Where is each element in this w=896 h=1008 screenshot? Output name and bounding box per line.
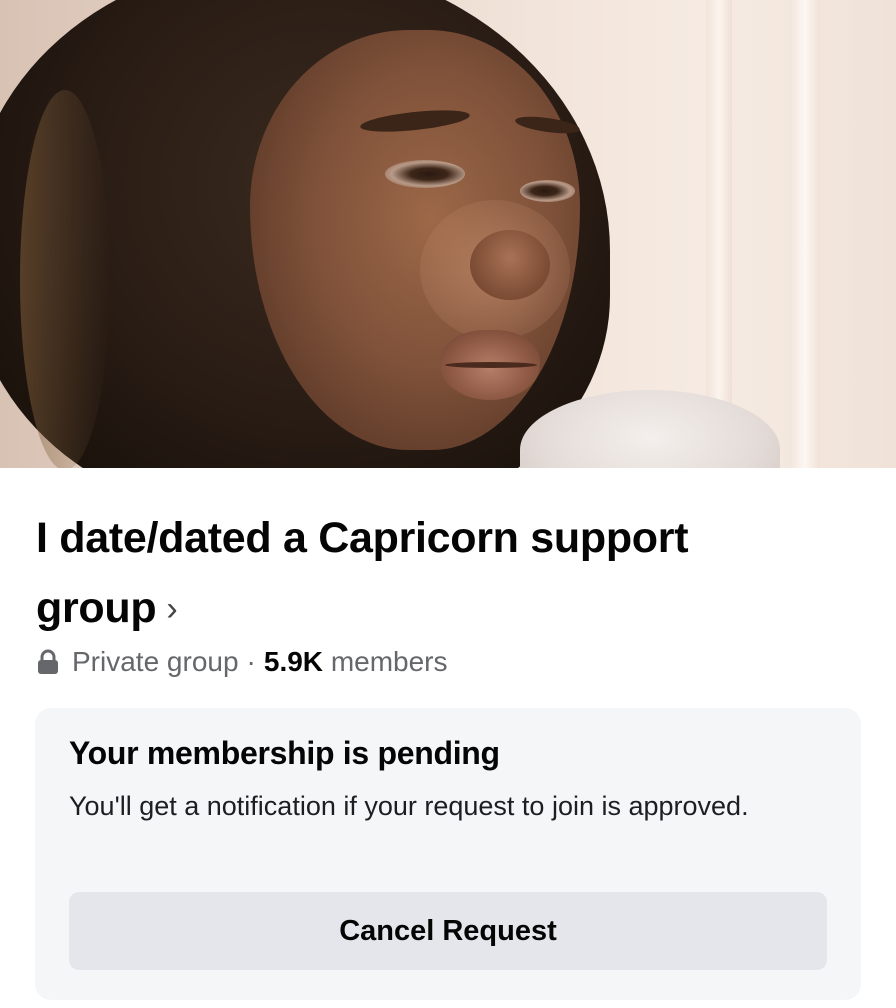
cover-eye: [520, 180, 575, 202]
privacy-label: Private group: [72, 646, 239, 677]
group-meta: Private group · 5.9K members: [36, 642, 448, 682]
cancel-request-button[interactable]: Cancel Request: [69, 892, 827, 970]
cover-lip-line: [445, 362, 537, 368]
cover-hair-highlight: [20, 90, 110, 468]
lock-icon: [38, 649, 58, 674]
cover-nose: [470, 230, 550, 300]
chevron-right-icon[interactable]: ›: [166, 574, 177, 644]
membership-status-description: You'll get a notification if your reques…: [69, 791, 749, 821]
membership-pending-card: Your membership is pending You'll get a …: [35, 708, 861, 1000]
group-title[interactable]: I date/dated a Capricorn support group ›: [36, 503, 756, 644]
cover-eye: [385, 160, 465, 188]
group-page: I date/dated a Capricorn support group › …: [0, 0, 896, 1008]
members-label[interactable]: members: [331, 646, 448, 678]
group-title-text[interactable]: I date/dated a Capricorn support group: [36, 514, 689, 632]
membership-status-title: Your membership is pending: [69, 735, 500, 771]
cover-window-frame: [790, 0, 820, 468]
meta-separator: ·: [246, 646, 256, 677]
group-cover-photo[interactable]: [0, 0, 896, 468]
member-count[interactable]: 5.9K: [264, 646, 323, 678]
